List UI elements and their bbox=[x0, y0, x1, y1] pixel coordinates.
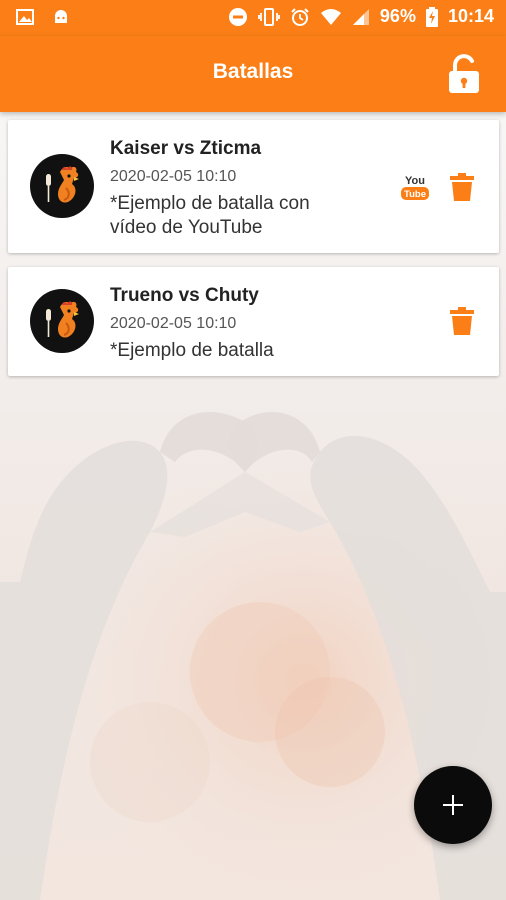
svg-text:You: You bbox=[405, 175, 425, 187]
battle-description: *Ejemplo de batalla con vídeo de YouTube bbox=[110, 193, 310, 238]
app-bar: Batallas bbox=[0, 36, 506, 112]
battery-charging-icon bbox=[425, 6, 438, 27]
rooster-avatar bbox=[30, 154, 94, 218]
trash-icon bbox=[450, 173, 474, 201]
unlock-button[interactable] bbox=[446, 54, 482, 94]
image-icon bbox=[16, 8, 34, 31]
alarm-icon bbox=[290, 7, 310, 27]
wifi-icon bbox=[320, 8, 342, 26]
battle-description: *Ejemplo de batalla bbox=[110, 340, 274, 361]
delete-button[interactable] bbox=[450, 307, 474, 335]
delete-button[interactable] bbox=[450, 173, 474, 201]
battle-date: 2020-02-05 10:10 bbox=[110, 168, 237, 185]
do-not-disturb-icon bbox=[228, 7, 248, 27]
youtube-icon[interactable]: You Tube bbox=[398, 172, 432, 204]
unlock-icon bbox=[449, 54, 479, 93]
add-battle-button[interactable] bbox=[414, 766, 492, 844]
page-title: Batallas bbox=[212, 60, 294, 83]
battle-card[interactable]: Trueno vs Chuty 2020-02-05 10:10 *Ejempl… bbox=[8, 267, 499, 376]
android-icon bbox=[52, 8, 70, 31]
battle-title: Trueno vs Chuty bbox=[110, 285, 259, 306]
status-bar: 96% 10:14 bbox=[0, 0, 506, 36]
svg-text:Tube: Tube bbox=[404, 189, 426, 200]
rooster-avatar bbox=[30, 289, 94, 353]
battle-date: 2020-02-05 10:10 bbox=[110, 315, 237, 332]
clock: 10:14 bbox=[447, 6, 494, 26]
battle-card[interactable]: Kaiser vs Zticma 2020-02-05 10:10 *Ejemp… bbox=[8, 120, 499, 253]
signal-icon bbox=[352, 8, 370, 26]
vibrate-icon bbox=[258, 7, 280, 27]
trash-icon bbox=[450, 307, 474, 335]
plus-icon bbox=[443, 795, 463, 815]
battle-title: Kaiser vs Zticma bbox=[110, 138, 262, 159]
battle-list: Kaiser vs Zticma 2020-02-05 10:10 *Ejemp… bbox=[8, 120, 499, 390]
battery-level: 96% bbox=[379, 6, 416, 26]
